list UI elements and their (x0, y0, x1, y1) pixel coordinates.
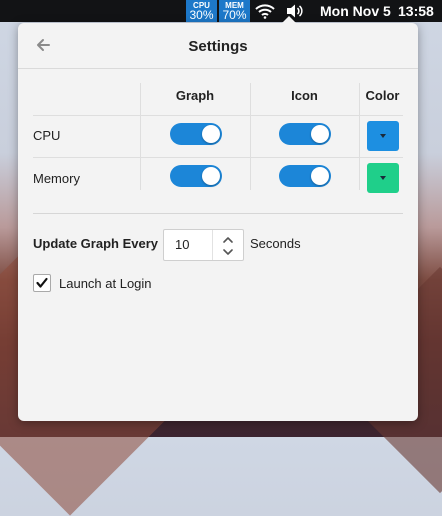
menu-date[interactable]: Mon Nov 5 (320, 3, 391, 19)
memory-graph-toggle[interactable] (170, 165, 222, 187)
memory-status-item[interactable]: MEM 70% (219, 0, 250, 22)
cpu-color-picker[interactable] (367, 121, 399, 151)
launch-at-login-label[interactable]: Launch at Login (59, 276, 152, 291)
cpu-icon-toggle[interactable] (279, 123, 331, 145)
column-header-color: Color (365, 88, 400, 103)
page-title: Settings (188, 38, 248, 55)
cpu-graph-toggle[interactable] (170, 123, 222, 145)
toggle-knob (311, 167, 329, 185)
checkmark-icon (36, 277, 48, 288)
toggle-knob (202, 167, 220, 185)
column-header-icon: Icon (291, 88, 318, 103)
table-divider (33, 115, 403, 116)
chevron-up-icon[interactable] (221, 233, 235, 245)
dropdown-triangle-icon (380, 134, 386, 138)
section-divider (33, 213, 403, 214)
header-divider (18, 68, 418, 69)
update-interval-unit: Seconds (250, 236, 301, 251)
menu-bar: CPU 30% MEM 70% Mon Nov 5 13:58 (0, 0, 442, 22)
popover-caret (281, 16, 297, 24)
launch-at-login-checkbox[interactable] (33, 274, 51, 292)
update-interval-stepper (163, 229, 244, 261)
stepper-buttons (212, 230, 244, 260)
memory-color-picker[interactable] (367, 163, 399, 193)
menu-time[interactable]: 13:58 (398, 3, 434, 19)
toggle-knob (202, 125, 220, 143)
memory-status-value: 70% (222, 8, 247, 22)
column-header-graph: Graph (175, 88, 215, 103)
update-interval-label: Update Graph Every (33, 236, 158, 251)
table-divider (33, 157, 403, 158)
dropdown-triangle-icon (380, 176, 386, 180)
row-label-memory: Memory (33, 171, 80, 186)
wifi-icon[interactable] (255, 3, 275, 24)
toggle-knob (311, 125, 329, 143)
cpu-status-item[interactable]: CPU 30% (186, 0, 217, 22)
chevron-down-icon[interactable] (221, 245, 235, 257)
update-interval-input[interactable] (165, 231, 217, 257)
cpu-status-value: 30% (189, 8, 214, 22)
row-label-cpu: CPU (33, 128, 61, 143)
settings-popover: Settings Graph Icon Color CPU Memory Upd… (18, 16, 418, 421)
memory-icon-toggle[interactable] (279, 165, 331, 187)
